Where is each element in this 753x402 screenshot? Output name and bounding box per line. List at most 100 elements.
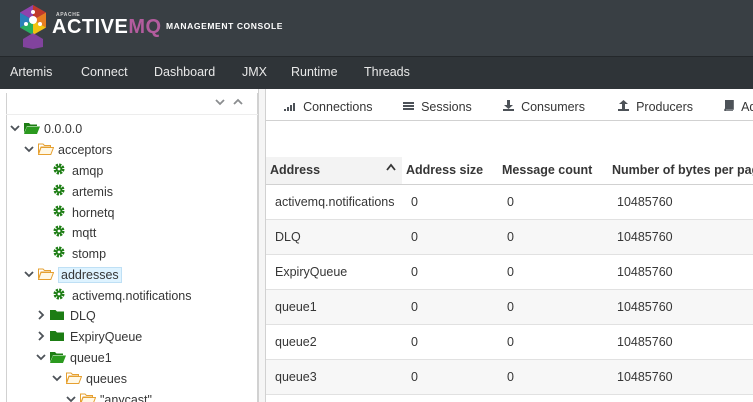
panel-splitter-handle[interactable]	[258, 89, 266, 402]
chevron-down-icon[interactable]	[22, 141, 36, 161]
tree-node-stomp[interactable]: stomp	[50, 244, 106, 264]
chevron-down-icon[interactable]	[22, 266, 36, 286]
gear-icon	[52, 204, 70, 224]
gear-icon	[52, 224, 70, 244]
table-row[interactable]: DLQ 0 0 10485760	[266, 219, 753, 255]
gear-icon	[52, 287, 70, 307]
nav-item-runtime[interactable]: Runtime	[291, 65, 338, 79]
tree-node-label-selected: addresses	[58, 267, 122, 283]
column-header-address-size[interactable]: Address size	[402, 157, 498, 185]
cell-address-size: 0	[402, 359, 498, 395]
chevron-down-icon[interactable]	[50, 370, 64, 390]
folder-open-icon	[65, 370, 84, 390]
tab-addresses[interactable]: Ad	[724, 99, 753, 114]
tree-node-label: activemq.notifications	[72, 289, 192, 303]
cell-bytes-per-page: 10485760	[608, 184, 753, 220]
tree-node-label: hornetq	[72, 206, 115, 220]
nav-item-jmx[interactable]: JMX	[242, 65, 267, 79]
tree-node-mqtt[interactable]: mqtt	[50, 223, 96, 243]
cell-message-count: 0	[498, 184, 608, 220]
tab-label: Ad	[741, 100, 753, 114]
tree-node-label: stomp	[72, 247, 107, 261]
cell-message-count: 0	[498, 219, 608, 255]
tree-node-label: 0.0.0.0	[44, 122, 83, 136]
cell-message-count: 0	[498, 359, 608, 395]
chevron-down-icon[interactable]	[64, 391, 78, 402]
tab-connections[interactable]: Connections	[284, 100, 373, 114]
download-icon	[503, 100, 517, 114]
brand-subtitle: MANAGEMENT CONSOLE	[166, 21, 284, 31]
tab-sessions[interactable]: Sessions	[403, 100, 472, 114]
tree-node-artemis[interactable]: artemis	[50, 182, 113, 202]
chevron-right-icon[interactable]	[34, 328, 48, 348]
tree-node-expiryqueue[interactable]: ExpiryQueue	[34, 327, 142, 347]
tab-label: Consumers	[521, 100, 585, 114]
nav-item-threads[interactable]: Threads	[364, 65, 410, 79]
tree-node-queues[interactable]: queues	[50, 369, 127, 389]
tree-node-0-0-0-0[interactable]: 0.0.0.0	[8, 119, 82, 139]
cell-bytes-per-page: 10485760	[608, 359, 753, 395]
tree-node-label: "anycast"	[100, 393, 152, 402]
app-header: APACHE ACTIVEMQ MANAGEMENT CONSOLE	[0, 0, 753, 56]
sort-ascending-icon	[386, 163, 396, 174]
cell-bytes-per-page: 10485760	[608, 254, 753, 290]
nav-item-artemis[interactable]: Artemis	[10, 65, 52, 79]
main-content: Connections Sessions Consumers Producers…	[266, 89, 753, 402]
nav-item-dashboard[interactable]: Dashboard	[154, 65, 215, 79]
table-row[interactable]: queue3 0 0 10485760	[266, 359, 753, 395]
table-header-row: Address Address size Message count Numbe…	[266, 157, 753, 185]
tree-node-activemq-notifications[interactable]: activemq.notifications	[50, 286, 192, 306]
list-icon	[403, 102, 417, 114]
tree-node-queue1[interactable]: queue1	[34, 348, 112, 368]
folder-green-icon	[50, 307, 68, 327]
cell-address: DLQ	[266, 219, 402, 255]
tree-node-label: DLQ	[70, 309, 96, 323]
column-header-message-count[interactable]: Message count	[498, 157, 608, 185]
nav-item-connect[interactable]: Connect	[81, 65, 128, 79]
content-tabs: Connections Sessions Consumers Producers…	[266, 93, 753, 121]
main-nav: Artemis Connect Dashboard JMX Runtime Th…	[0, 56, 753, 89]
table-row[interactable]: queue2 0 0 10485760	[266, 324, 753, 360]
jmx-tree-panel: 0.0.0.0 acceptors amqp artemis hornetq m…	[0, 89, 264, 402]
column-header-address[interactable]: Address	[266, 157, 402, 185]
folder-open-icon	[37, 266, 56, 286]
collapse-all-chevron-down-icon[interactable]	[214, 96, 226, 111]
folder-open-icon	[37, 141, 56, 161]
tree-node-dlq[interactable]: DLQ	[34, 306, 96, 326]
tree-node-hornetq[interactable]: hornetq	[50, 203, 114, 223]
tree-node-label: queue1	[70, 351, 112, 365]
column-header-bytes-per-page[interactable]: Number of bytes per page	[608, 157, 753, 185]
tree-node-label: artemis	[72, 185, 113, 199]
chevron-down-icon[interactable]	[8, 120, 22, 140]
cell-address-size: 0	[402, 184, 498, 220]
folder-open-green-icon	[50, 349, 68, 369]
cell-message-count: 0	[498, 324, 608, 360]
chevron-down-icon[interactable]	[34, 349, 48, 369]
tab-label: Producers	[636, 100, 694, 114]
cell-address: queue1	[266, 289, 402, 325]
activemq-logo-icon	[16, 3, 50, 49]
cell-bytes-per-page: 10485760	[608, 289, 753, 325]
table-row[interactable]: activemq.notifications 0 0 10485760	[266, 184, 753, 220]
tab-label: Connections	[303, 100, 373, 114]
gear-icon	[52, 245, 70, 265]
tab-label: Sessions	[421, 100, 472, 114]
expand-all-chevron-up-icon[interactable]	[232, 96, 244, 111]
chevron-right-icon[interactable]	[34, 307, 48, 327]
cell-message-count: 0	[498, 254, 608, 290]
addresses-table: Address Address size Message count Numbe…	[266, 157, 753, 395]
signal-bars-icon	[284, 102, 299, 114]
tab-producers[interactable]: Producers	[618, 100, 693, 114]
tree-node-acceptors[interactable]: acceptors	[22, 140, 112, 160]
table-row[interactable]: queue1 0 0 10485760	[266, 289, 753, 325]
tree-node-addresses[interactable]: addresses	[22, 265, 122, 285]
tab-consumers[interactable]: Consumers	[503, 100, 585, 114]
tree-node-anycast[interactable]: "anycast"	[64, 390, 152, 402]
upload-icon	[618, 100, 632, 114]
table-row[interactable]: ExpiryQueue 0 0 10485760	[266, 254, 753, 290]
gear-icon	[52, 162, 70, 182]
tree-controls	[6, 93, 258, 115]
cell-address-size: 0	[402, 219, 498, 255]
tree-node-amqp[interactable]: amqp	[50, 161, 103, 181]
cell-address-size: 0	[402, 324, 498, 360]
